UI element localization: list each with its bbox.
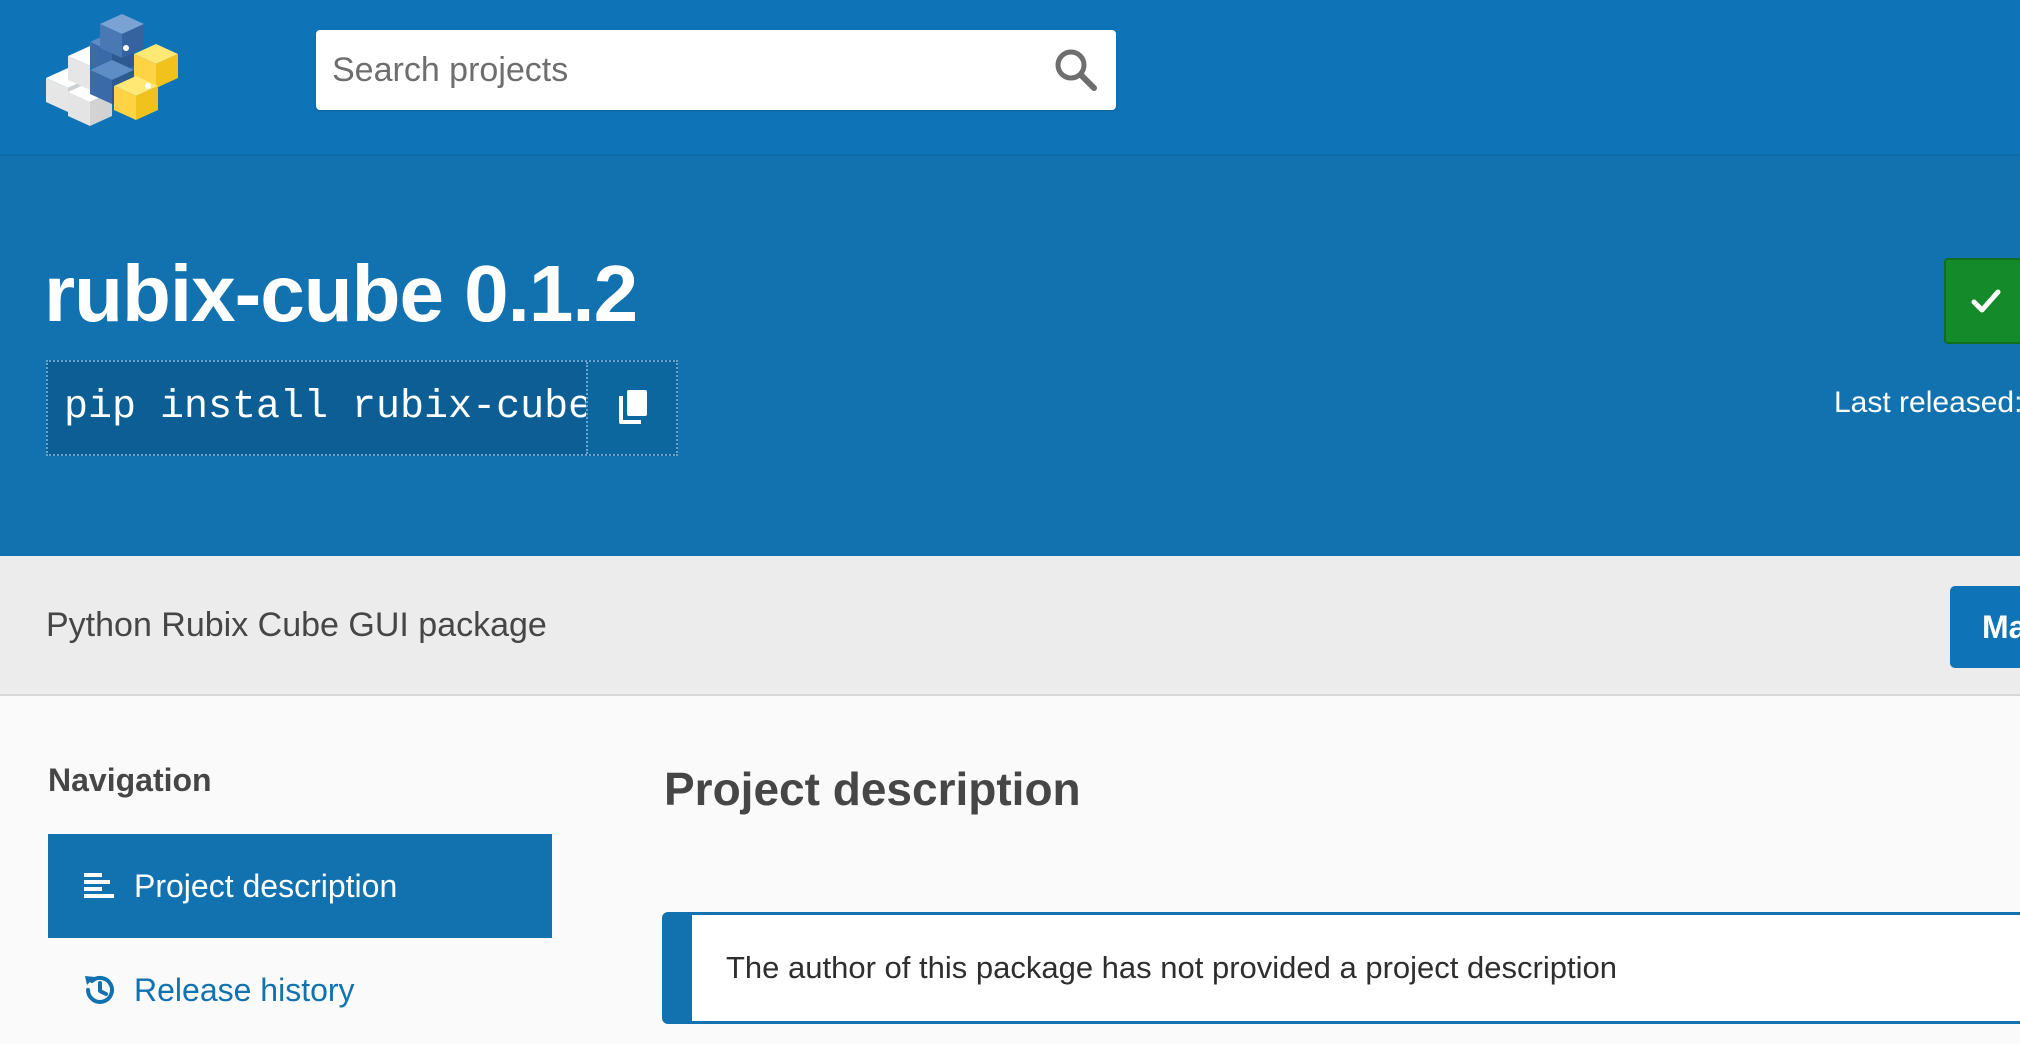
package-summary: Python Rubix Cube GUI package [46, 606, 547, 644]
copy-icon [619, 390, 647, 424]
package-banner [0, 156, 2020, 556]
pip-command[interactable]: pip install rubix-cube [64, 362, 592, 454]
nav-item-release-history[interactable]: Release history [48, 938, 552, 1042]
callout-text: The author of this package has not provi… [726, 950, 1617, 985]
nav-item-label: Release history [134, 972, 355, 1008]
history-icon [85, 975, 114, 1004]
nav-item-project-description[interactable]: Project description [48, 834, 552, 938]
search-button[interactable] [1050, 44, 1102, 96]
search-icon [1055, 49, 1097, 91]
nav-item-label: Project description [134, 868, 398, 904]
package-title: rubix-cube 0.1.2 [44, 249, 638, 338]
navigation-heading: Navigation [48, 762, 212, 798]
site-header [0, 0, 2020, 156]
maintainer-button[interactable]: Ma [1950, 586, 2020, 668]
copy-command-button[interactable] [586, 362, 676, 454]
search-form [316, 30, 1116, 110]
align-left-icon [84, 873, 114, 898]
package-summary-band: Python Rubix Cube GUI package Ma [0, 556, 2020, 696]
status-button[interactable] [1944, 258, 2020, 344]
search-input[interactable] [316, 30, 1036, 110]
project-description-heading: Project description [664, 763, 1081, 815]
last-released-label: Last released: [1834, 386, 2020, 419]
pypi-logo[interactable] [44, 12, 178, 128]
project-description-callout: The author of this package has not provi… [662, 912, 2020, 1024]
pip-install-box: pip install rubix-cube [46, 360, 678, 456]
check-icon [1971, 289, 2001, 313]
pypi-logo-icon [46, 14, 178, 126]
